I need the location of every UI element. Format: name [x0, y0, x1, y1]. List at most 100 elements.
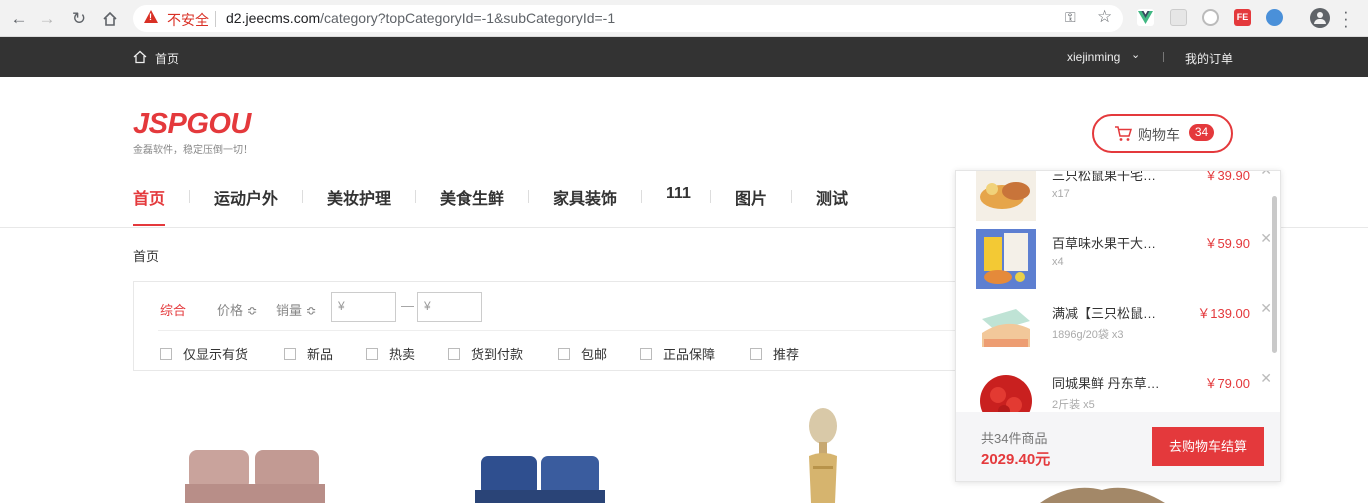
nav-item-images[interactable]: 图片 [735, 185, 767, 209]
cart-item-name[interactable]: 百草味水果干大… [1052, 233, 1172, 252]
cart-item-qty: x4 [1052, 256, 1064, 268]
shopping-cart-icon [1115, 126, 1132, 141]
remove-item-icon[interactable]: ✕ [1260, 230, 1272, 247]
browser-toolbar: ← → ↻ 不安全 d2.jeecms.com/category?topCate… [0, 0, 1368, 37]
cart-item-count: 共34件商品 [981, 431, 1048, 446]
product-image-pink-bedding[interactable] [185, 440, 325, 503]
home-icon[interactable] [133, 50, 147, 64]
filter-label: 货到付款 [471, 347, 524, 362]
active-nav-underline [133, 224, 165, 226]
cart-item-name[interactable]: 满减【三只松鼠… [1052, 303, 1172, 322]
qr-extension-icon[interactable] [1170, 9, 1187, 26]
cart-item-price: ￥39.90 [1204, 170, 1250, 183]
remove-item-icon[interactable]: ✕ [1260, 300, 1272, 317]
url-host: d2.jeecms.com [226, 10, 321, 26]
filter-label: 正品保障 [663, 347, 716, 362]
cart-button[interactable]: 购物车 34 [1092, 114, 1233, 153]
home-icon[interactable] [99, 8, 121, 30]
product-image-perfume[interactable] [795, 404, 851, 503]
menu-kebab-icon[interactable]: · · · [1343, 3, 1349, 34]
filter-cod[interactable]: 货到付款 [448, 344, 523, 363]
filter-divider [158, 330, 974, 331]
cart-item[interactable]: 满减【三只松鼠… 1896g/20袋 x3 ￥139.00 ✕ [956, 299, 1272, 369]
filter-panel: 综合 价格 ≎ 销量 ≎ ¥ — ¥ 仅显示有货 新品 热卖 货到付款 包邮 正… [133, 281, 974, 371]
nav-divider [710, 190, 711, 203]
nav-item-furniture[interactable]: 家具装饰 [553, 185, 617, 209]
nav-item-beauty[interactable]: 美妆护理 [327, 185, 391, 209]
cart-item[interactable]: 三只松鼠果干宅… x17 ￥39.90 ✕ [956, 170, 1272, 231]
filter-label: 推荐 [773, 347, 800, 362]
forward-arrow-icon[interactable]: → [36, 8, 58, 30]
price-max-input[interactable]: ¥ [417, 292, 482, 322]
product-image-blue-bedding[interactable] [475, 450, 605, 503]
checkbox[interactable] [558, 348, 570, 360]
filter-label: 新品 [307, 347, 334, 362]
address-bar[interactable]: 不安全 d2.jeecms.com/category?topCategoryId… [133, 5, 1123, 32]
globe-extension-icon[interactable] [1266, 9, 1283, 26]
url-path: /category?topCategoryId=-1&subCategoryId… [320, 10, 616, 26]
filter-genuine[interactable]: 正品保障 [640, 344, 715, 363]
omnibox-divider [215, 11, 216, 27]
sort-sales[interactable]: 销量 ≎ [276, 300, 317, 319]
filter-recommended[interactable]: 推荐 [750, 344, 799, 363]
nav-divider [415, 190, 416, 203]
checkout-button[interactable]: 去购物车结算 [1152, 427, 1264, 466]
nav-item-sports[interactable]: 运动户外 [214, 185, 278, 209]
cart-item-qty: 2斤装 x5 [1052, 399, 1095, 411]
nav-item-food[interactable]: 美食生鲜 [440, 185, 504, 209]
cart-item-qty: x17 [1052, 188, 1070, 200]
profile-avatar-icon[interactable] [1310, 8, 1330, 28]
nav-divider [302, 190, 303, 203]
remove-item-icon[interactable]: ✕ [1260, 370, 1272, 387]
username-link[interactable]: xiejinming [1067, 50, 1120, 64]
checkbox[interactable] [366, 348, 378, 360]
fe-extension-icon[interactable]: FE [1234, 9, 1251, 26]
product-image-brown-bedding[interactable] [1030, 482, 1175, 503]
my-orders-link[interactable]: 我的订单 [1185, 50, 1233, 67]
nav-item-test[interactable]: 测试 [816, 185, 848, 209]
cart-item-name[interactable]: 三只松鼠果干宅… [1052, 171, 1172, 184]
filter-hot[interactable]: 热卖 [366, 344, 415, 363]
cart-item-qty: 1896g/20袋 x3 [1052, 329, 1124, 341]
key-icon[interactable]: ⚿ [1065, 9, 1076, 26]
price-min-input[interactable]: ¥ [331, 292, 396, 322]
chevron-down-icon[interactable]: ⌄ [1131, 48, 1140, 61]
sort-default[interactable]: 综合 [160, 300, 186, 319]
nav-item-home[interactable]: 首页 [133, 185, 165, 209]
cart-item-price: ￥79.00 [1204, 376, 1250, 391]
checkbox[interactable] [750, 348, 762, 360]
site-topbar: 首页 xiejinming ⌄ 我的订单 [0, 37, 1368, 77]
cart-item[interactable]: 百草味水果干大… x4 ￥59.90 ✕ [956, 229, 1272, 299]
checkbox[interactable] [640, 348, 652, 360]
cart-item-name[interactable]: 同城果鲜 丹东草… [1052, 373, 1172, 392]
nav-divider [641, 190, 642, 203]
cart-item-price: ￥59.90 [1204, 236, 1250, 251]
back-arrow-icon[interactable]: ← [8, 8, 30, 30]
filter-free-shipping[interactable]: 包邮 [558, 344, 607, 363]
remove-item-icon[interactable]: ✕ [1260, 171, 1272, 179]
breadcrumb[interactable]: 首页 [133, 246, 159, 265]
site-logo[interactable]: JSPGOU [133, 109, 251, 139]
checkbox[interactable] [160, 348, 172, 360]
reload-icon[interactable]: ↻ [68, 8, 90, 30]
filter-label: 热卖 [389, 347, 416, 362]
cart-scrollbar[interactable] [1272, 196, 1277, 353]
nav-item-111[interactable]: 111 [666, 185, 691, 203]
nav-divider [528, 190, 529, 203]
cart-item-price: ￥139.00 [1197, 306, 1250, 321]
filter-in-stock[interactable]: 仅显示有货 [160, 344, 248, 363]
vue-extension-icon[interactable] [1137, 9, 1154, 26]
filter-new[interactable]: 新品 [284, 344, 333, 363]
nav-divider [189, 190, 190, 203]
bookmark-star-icon[interactable]: ☆ [1097, 7, 1112, 27]
sort-price[interactable]: 价格 ≎ [217, 300, 258, 319]
topbar-home-link[interactable]: 首页 [155, 50, 179, 67]
insecure-label: 不安全 [167, 12, 209, 28]
cart-item-thumbnail [976, 299, 1036, 359]
timer-extension-icon[interactable] [1202, 9, 1219, 26]
checkbox[interactable] [284, 348, 296, 360]
filter-label: 包邮 [581, 347, 608, 362]
filter-label: 仅显示有货 [183, 347, 249, 362]
nav-divider [791, 190, 792, 203]
checkbox[interactable] [448, 348, 460, 360]
